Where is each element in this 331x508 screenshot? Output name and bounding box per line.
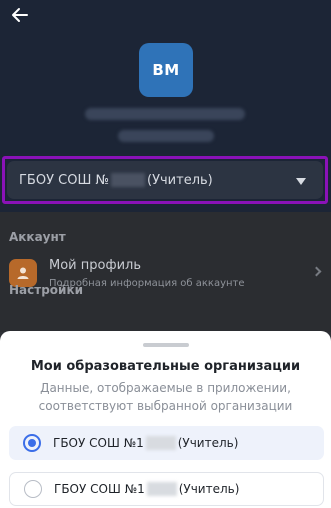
redaction-mask bbox=[146, 482, 177, 496]
org-selector-prefix: ГБОУ СОШ № bbox=[19, 172, 109, 188]
org-picker-sheet: Мои образовательные организации Данные, … bbox=[0, 331, 331, 508]
org-option-selected[interactable]: ГБОУ СОШ №1 (Учитель) bbox=[9, 426, 324, 460]
profile-header: BM ГБОУ СОШ № (Учитель) bbox=[0, 0, 331, 212]
sheet-subtitle: Данные, отображаемые в приложении, соотв… bbox=[38, 381, 293, 413]
back-arrow-icon[interactable] bbox=[9, 4, 31, 26]
dimmed-content: Аккаунт Мой профиль Подробная информация… bbox=[0, 212, 331, 332]
section-title-account: Аккаунт bbox=[9, 230, 66, 244]
org-option-role: (Учитель) bbox=[178, 482, 240, 496]
redaction-mask bbox=[111, 173, 145, 187]
user-subtitle-redacted bbox=[118, 130, 214, 142]
chevron-right-icon bbox=[311, 266, 322, 277]
sheet-title: Мои образовательные организации bbox=[30, 359, 301, 374]
org-option-role: (Учитель) bbox=[177, 436, 239, 450]
org-option-prefix: ГБОУ СОШ №1 bbox=[53, 436, 144, 450]
section-title-settings: Настройки bbox=[9, 283, 84, 297]
my-profile-item[interactable]: Мой профиль bbox=[49, 258, 141, 273]
avatar: BM bbox=[139, 43, 193, 97]
sheet-drag-handle[interactable] bbox=[143, 343, 189, 347]
org-option-prefix: ГБОУ СОШ №1 bbox=[54, 482, 145, 496]
caret-down-icon bbox=[296, 178, 306, 185]
radio-selected-icon[interactable] bbox=[23, 434, 41, 452]
user-name-redacted bbox=[85, 108, 245, 120]
org-selector-dropdown[interactable]: ГБОУ СОШ № (Учитель) bbox=[7, 161, 323, 199]
org-selector-role: (Учитель) bbox=[147, 172, 213, 188]
radio-unselected-icon[interactable] bbox=[24, 480, 42, 498]
redaction-mask bbox=[145, 436, 176, 450]
org-option[interactable]: ГБОУ СОШ №1 (Учитель) bbox=[9, 472, 324, 506]
